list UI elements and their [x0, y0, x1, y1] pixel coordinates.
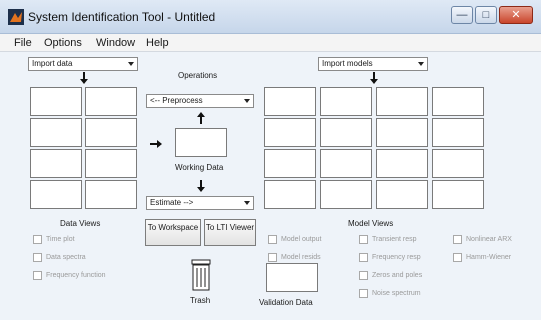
hamm-wiener-checkbox[interactable] — [453, 253, 462, 262]
menu-options[interactable]: Options — [44, 37, 82, 49]
model-output-label: Model output — [281, 236, 322, 243]
zeros-and-poles-label: Zeros and poles — [372, 272, 423, 279]
trash-label: Trash — [190, 296, 211, 305]
data-slot[interactable] — [30, 180, 82, 209]
data-slot[interactable] — [85, 87, 137, 116]
frequency-resp-checkbox[interactable] — [359, 253, 368, 262]
data-slot[interactable] — [85, 118, 137, 147]
model-output-checkbox[interactable] — [268, 235, 277, 244]
validation-data-label: Validation Data — [259, 298, 313, 307]
arrow-down-icon — [370, 72, 378, 84]
import-data-dropdown[interactable]: Import data — [28, 57, 138, 71]
model-slot[interactable] — [376, 118, 428, 147]
chevron-down-icon — [128, 62, 134, 66]
preprocess-dropdown[interactable]: <-- Preprocess — [146, 94, 254, 108]
data-slot[interactable] — [85, 180, 137, 209]
frequency-function-checkbox[interactable] — [33, 271, 42, 280]
model-views-title: Model Views — [348, 219, 394, 228]
model-slot[interactable] — [432, 87, 484, 116]
model-slot[interactable] — [264, 87, 316, 116]
import-data-value: Import data — [32, 59, 73, 68]
data-views-title: Data Views — [60, 219, 101, 228]
transient-resp-checkbox[interactable] — [359, 235, 368, 244]
model-slot[interactable] — [376, 180, 428, 209]
model-slot[interactable] — [320, 87, 372, 116]
zeros-and-poles-checkbox[interactable] — [359, 271, 368, 280]
close-button[interactable]: ✕ — [499, 6, 533, 24]
import-models-value: Import models — [322, 59, 373, 68]
model-slot[interactable] — [264, 180, 316, 209]
noise-spectrum-checkbox[interactable] — [359, 289, 368, 298]
menu-help[interactable]: Help — [146, 37, 169, 49]
arrow-right-icon — [150, 140, 162, 148]
menu-window[interactable]: Window — [96, 37, 135, 49]
working-data-slot[interactable] — [175, 128, 227, 157]
data-slot[interactable] — [30, 149, 82, 178]
nonlinear-arx-checkbox[interactable] — [453, 235, 462, 244]
model-slot[interactable] — [320, 149, 372, 178]
frequency-function-label: Frequency function — [46, 272, 106, 279]
model-resids-label: Model resids — [281, 254, 321, 261]
arrow-up-icon — [197, 112, 205, 124]
data-spectra-label: Data spectra — [46, 254, 86, 261]
data-slot[interactable] — [30, 118, 82, 147]
data-spectra-checkbox[interactable] — [33, 253, 42, 262]
nonlinear-arx-label: Nonlinear ARX — [466, 236, 512, 243]
frequency-resp-label: Frequency resp — [372, 254, 421, 261]
window-title: System Identification Tool - Untitled — [28, 10, 216, 24]
to-lti-viewer-button[interactable]: To LTI Viewer — [204, 219, 256, 246]
preprocess-value: <-- Preprocess — [150, 96, 203, 105]
estimate-value: Estimate --> — [150, 198, 194, 207]
to-workspace-button[interactable]: To Workspace — [145, 219, 201, 246]
model-resids-checkbox[interactable] — [268, 253, 277, 262]
data-slot[interactable] — [30, 87, 82, 116]
transient-resp-label: Transient resp — [372, 236, 417, 243]
estimate-dropdown[interactable]: Estimate --> — [146, 196, 254, 210]
model-slot[interactable] — [320, 118, 372, 147]
hamm-wiener-label: Hamm-Wiener — [466, 254, 512, 261]
model-slot[interactable] — [376, 149, 428, 178]
model-slot[interactable] — [432, 149, 484, 178]
chevron-down-icon — [244, 201, 250, 205]
operations-label: Operations — [178, 71, 218, 80]
minimize-button[interactable]: — — [451, 6, 473, 24]
arrow-down-icon — [197, 180, 205, 192]
model-slot[interactable] — [432, 180, 484, 209]
working-data-label: Working Data — [175, 163, 224, 172]
model-slot[interactable] — [264, 149, 316, 178]
data-slot[interactable] — [85, 149, 137, 178]
noise-spectrum-label: Noise spectrum — [372, 290, 421, 297]
time-plot-checkbox[interactable] — [33, 235, 42, 244]
import-models-dropdown[interactable]: Import models — [318, 57, 428, 71]
model-slot[interactable] — [264, 118, 316, 147]
model-slot[interactable] — [320, 180, 372, 209]
matlab-icon — [8, 9, 24, 25]
model-slot[interactable] — [432, 118, 484, 147]
menu-file[interactable]: File — [14, 37, 32, 49]
model-slot[interactable] — [376, 87, 428, 116]
chevron-down-icon — [418, 62, 424, 66]
validation-data-slot[interactable] — [266, 263, 318, 292]
trash-icon[interactable] — [191, 259, 211, 291]
chevron-down-icon — [244, 99, 250, 103]
maximize-button[interactable]: □ — [475, 6, 497, 24]
arrow-down-icon — [80, 72, 88, 84]
time-plot-label: Time plot — [46, 236, 75, 243]
